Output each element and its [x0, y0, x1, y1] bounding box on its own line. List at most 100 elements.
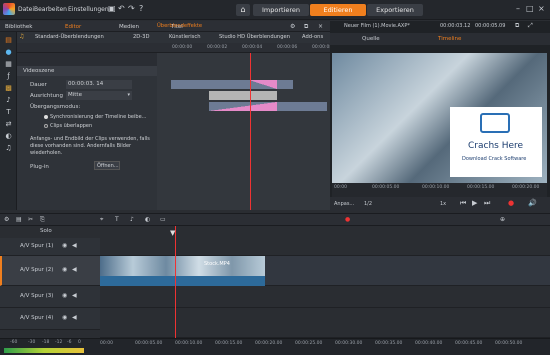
timeline-playhead[interactable]: [175, 226, 176, 338]
tab-library[interactable]: Bibliothek: [2, 22, 54, 32]
color-icon[interactable]: ◐: [4, 132, 13, 141]
track-lane[interactable]: [100, 238, 550, 256]
tab-source[interactable]: Quelle: [362, 36, 380, 42]
props-toolbar: [17, 53, 157, 66]
forward-icon[interactable]: ⏭: [484, 199, 490, 208]
effects-category-2[interactable]: Künstlerisch: [169, 34, 201, 40]
rewind-icon[interactable]: ⏮: [460, 199, 466, 208]
title-tool-icon[interactable]: T: [115, 216, 119, 223]
ruler-tick: 00:00:02: [207, 45, 228, 50]
radio-sync[interactable]: [44, 115, 48, 119]
music-icon[interactable]: ♪: [4, 96, 13, 105]
montage-icon[interactable]: ▦: [4, 60, 13, 69]
menu-file[interactable]: Datei: [18, 6, 34, 13]
properties-header: Videoszene: [17, 66, 157, 76]
tool-icon[interactable]: ♪: [130, 216, 134, 223]
record-icon[interactable]: ●: [345, 216, 350, 223]
playhead-handle[interactable]: ▼: [170, 229, 175, 237]
tab-editor[interactable]: Editor: [62, 22, 114, 32]
effects-category-0[interactable]: Standard-Überblendungen: [35, 34, 104, 40]
maximize-icon[interactable]: □: [526, 4, 534, 13]
redo-icon[interactable]: ↷: [128, 4, 135, 13]
fullscreen-icon[interactable]: ⤢: [528, 22, 533, 30]
video-clip[interactable]: Stock.MP4: [100, 256, 265, 276]
video-preview[interactable]: Crachs Here Download Crack Software: [332, 53, 547, 183]
project-icon[interactable]: ●: [4, 48, 13, 57]
ratio-select[interactable]: 1/2: [364, 201, 372, 207]
aspect-select[interactable]: Anpas...: [334, 201, 354, 207]
pv-tick: 00:00: [334, 185, 347, 190]
meter-tick: 0: [78, 340, 81, 345]
eye-icon[interactable]: ◉: [62, 292, 67, 299]
speaker-icon[interactable]: ◀: [72, 314, 77, 321]
radio-overlap[interactable]: [44, 124, 48, 128]
audio-icon[interactable]: ♫: [4, 144, 13, 153]
record-icon[interactable]: ●: [508, 199, 514, 207]
media-icon[interactable]: ▤: [4, 36, 13, 45]
text-icon[interactable]: T: [4, 108, 13, 117]
preview-time-current: 00:00:03.12: [440, 23, 471, 29]
transition-ramp-b: [209, 102, 277, 111]
tool-icon[interactable]: ▤: [16, 216, 22, 223]
tool-icon[interactable]: ⚙: [4, 216, 9, 223]
speaker-icon[interactable]: ◀: [72, 266, 77, 273]
undo-icon[interactable]: ↶: [118, 4, 125, 13]
play-icon[interactable]: ▶: [472, 199, 477, 207]
transition-ruler: 00:00:00 00:00:02 00:00:04 00:00:06 00:0…: [17, 43, 332, 53]
detach-icon[interactable]: ⧉: [304, 23, 308, 31]
effects-category-3[interactable]: Studio HD Überblendungen: [219, 34, 290, 40]
speed-select[interactable]: 1x: [440, 201, 446, 207]
preview-ruler[interactable]: 00:00 00:00:05.00 00:00:10.00 00:00:15.0…: [332, 183, 547, 197]
time-tick: 00:00:05.00: [135, 341, 163, 346]
track-header[interactable]: A/V Spur (4) ◉ ◀: [0, 308, 100, 330]
fx-icon[interactable]: ƒ: [4, 72, 13, 81]
speaker-icon[interactable]: ◀: [72, 292, 77, 299]
close-icon[interactable]: ×: [538, 4, 545, 13]
volume-icon[interactable]: 🔊: [528, 199, 537, 207]
track-header[interactable]: A/V Spur (1) ◉ ◀: [0, 238, 100, 256]
preview-time-total: 00:00:05.09: [475, 23, 506, 29]
tab-timeline[interactable]: Timeline: [438, 36, 461, 42]
track-lane[interactable]: [100, 308, 550, 338]
transition-block[interactable]: [209, 91, 277, 100]
tool-icon[interactable]: ◐: [145, 216, 150, 223]
audio-waveform[interactable]: [100, 276, 265, 286]
track-header-active[interactable]: A/V Spur (2) ◉ ◀: [0, 256, 100, 286]
speaker-icon[interactable]: ◀: [72, 242, 77, 249]
transition-icon[interactable]: ⇄: [4, 120, 13, 129]
meter-tick: -60: [10, 340, 18, 345]
align-select[interactable]: Mitte ▾: [66, 91, 132, 100]
export-button[interactable]: Exportieren: [367, 4, 423, 16]
track-lane[interactable]: [100, 286, 550, 308]
duration-field[interactable]: 00:00:03. 14: [66, 80, 132, 89]
track-lane[interactable]: Stock.MP4: [100, 256, 550, 286]
tool-icon[interactable]: ⌖: [100, 216, 103, 224]
panel-close-icon[interactable]: ×: [318, 23, 323, 30]
detach-icon[interactable]: ⧉: [515, 22, 519, 30]
preview-tabs: Quelle Timeline: [330, 33, 550, 45]
tool-icon[interactable]: ✂: [28, 216, 33, 223]
meter-tick: -30: [28, 340, 36, 345]
save-icon[interactable]: ▣: [108, 4, 116, 13]
menu-settings[interactable]: Einstellungen: [68, 6, 109, 13]
time-tick: 00:00:50.00: [495, 341, 523, 346]
settings-icon[interactable]: ⚙: [290, 23, 295, 30]
help-icon[interactable]: ?: [139, 4, 143, 13]
zoom-icon[interactable]: ⊕: [500, 216, 505, 223]
bottom-ruler[interactable]: -60 -30 -18 -12 -6 0 00:00 00:00:05.00 0…: [0, 338, 550, 355]
tool-icon[interactable]: ▭: [160, 216, 166, 223]
eye-icon[interactable]: ◉: [62, 314, 67, 321]
eye-icon[interactable]: ◉: [62, 242, 67, 249]
import-button[interactable]: Importieren: [253, 4, 309, 16]
eye-icon[interactable]: ◉: [62, 266, 67, 273]
image-icon[interactable]: ▩: [4, 84, 13, 93]
home-button[interactable]: ⌂: [236, 4, 250, 16]
plugin-open-button[interactable]: Öffnen...: [94, 161, 120, 170]
effects-category-4[interactable]: Add-ons: [302, 34, 323, 40]
tool-icon[interactable]: ⎘: [40, 216, 45, 224]
track-header[interactable]: A/V Spur (3) ◉ ◀: [0, 286, 100, 308]
menu-edit[interactable]: Bearbeiten: [34, 6, 67, 13]
edit-button[interactable]: Editieren: [310, 4, 366, 16]
minimize-icon[interactable]: –: [516, 4, 520, 13]
effects-category-1[interactable]: 2D-3D: [133, 34, 149, 40]
